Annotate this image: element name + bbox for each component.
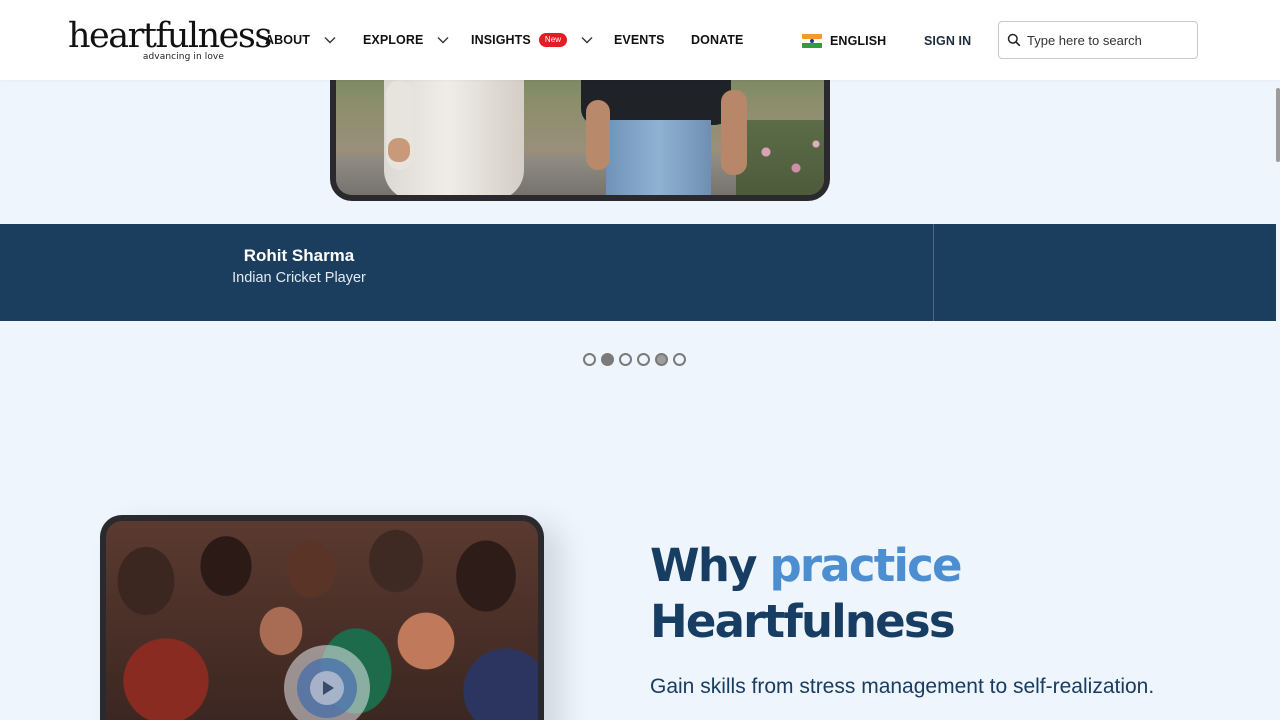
carousel-dot-2[interactable]	[601, 353, 614, 366]
carousel-dot-6[interactable]	[673, 353, 686, 366]
heading-accent: practice	[769, 539, 962, 592]
site-header: heartfulness advancing in love ABOUT EXP…	[0, 0, 1280, 80]
page-scrollbar-thumb[interactable]	[1276, 88, 1280, 162]
logo-tagline: advancing in love	[142, 52, 224, 62]
testimonial-caption-band: Rohit Sharma Indian Cricket Player	[0, 224, 1276, 321]
nav-donate[interactable]: DONATE	[691, 31, 743, 49]
search-box[interactable]	[998, 21, 1198, 59]
heartfulness-logo[interactable]: heartfulness advancing in love	[68, 16, 272, 64]
nav-insights[interactable]: INSIGHTS New	[471, 31, 593, 49]
language-label: ENGLISH	[830, 34, 887, 48]
carousel-dot-5[interactable]	[655, 353, 668, 366]
logo-wordmark: heartfulness	[68, 16, 272, 56]
why-practice-video[interactable]	[100, 515, 544, 720]
carousel-pagination	[583, 353, 691, 366]
search-input[interactable]	[1027, 32, 1187, 48]
nav-explore[interactable]: EXPLORE	[363, 31, 449, 49]
nav-about[interactable]: ABOUT	[265, 31, 336, 49]
nav-donate-label: DONATE	[691, 33, 744, 47]
nav-insights-label: INSIGHTS	[471, 33, 531, 47]
testimonial-role: Indian Cricket Player	[232, 270, 366, 286]
why-practice-heading: Why practice Heartfulness	[650, 538, 962, 650]
chevron-down-icon	[324, 37, 336, 44]
heading-part2: Heartfulness	[650, 595, 956, 648]
india-flag-icon	[802, 34, 822, 48]
carousel-dot-1[interactable]	[583, 353, 596, 366]
nav-explore-label: EXPLORE	[363, 33, 424, 47]
sign-in-label: SIGN IN	[924, 34, 972, 48]
testimonial-name: Rohit Sharma	[243, 246, 355, 265]
heading-part1: Why	[650, 539, 757, 592]
language-selector[interactable]: ENGLISH	[802, 32, 886, 50]
sign-in-link[interactable]: SIGN IN	[924, 32, 971, 50]
carousel-dot-4[interactable]	[637, 353, 650, 366]
why-practice-subtitle: Gain skills from stress management to se…	[650, 675, 1155, 698]
play-icon	[323, 681, 334, 695]
page-scrollbar-track[interactable]	[1276, 80, 1280, 720]
chevron-down-icon	[437, 37, 449, 44]
band-divider	[933, 224, 934, 321]
carousel-dot-3[interactable]	[619, 353, 632, 366]
nav-about-label: ABOUT	[265, 33, 310, 47]
new-badge: New	[538, 33, 568, 47]
nav-events-label: EVENTS	[614, 33, 665, 47]
chevron-down-icon	[581, 37, 593, 44]
nav-events[interactable]: EVENTS	[614, 31, 665, 49]
search-icon	[1007, 33, 1021, 47]
